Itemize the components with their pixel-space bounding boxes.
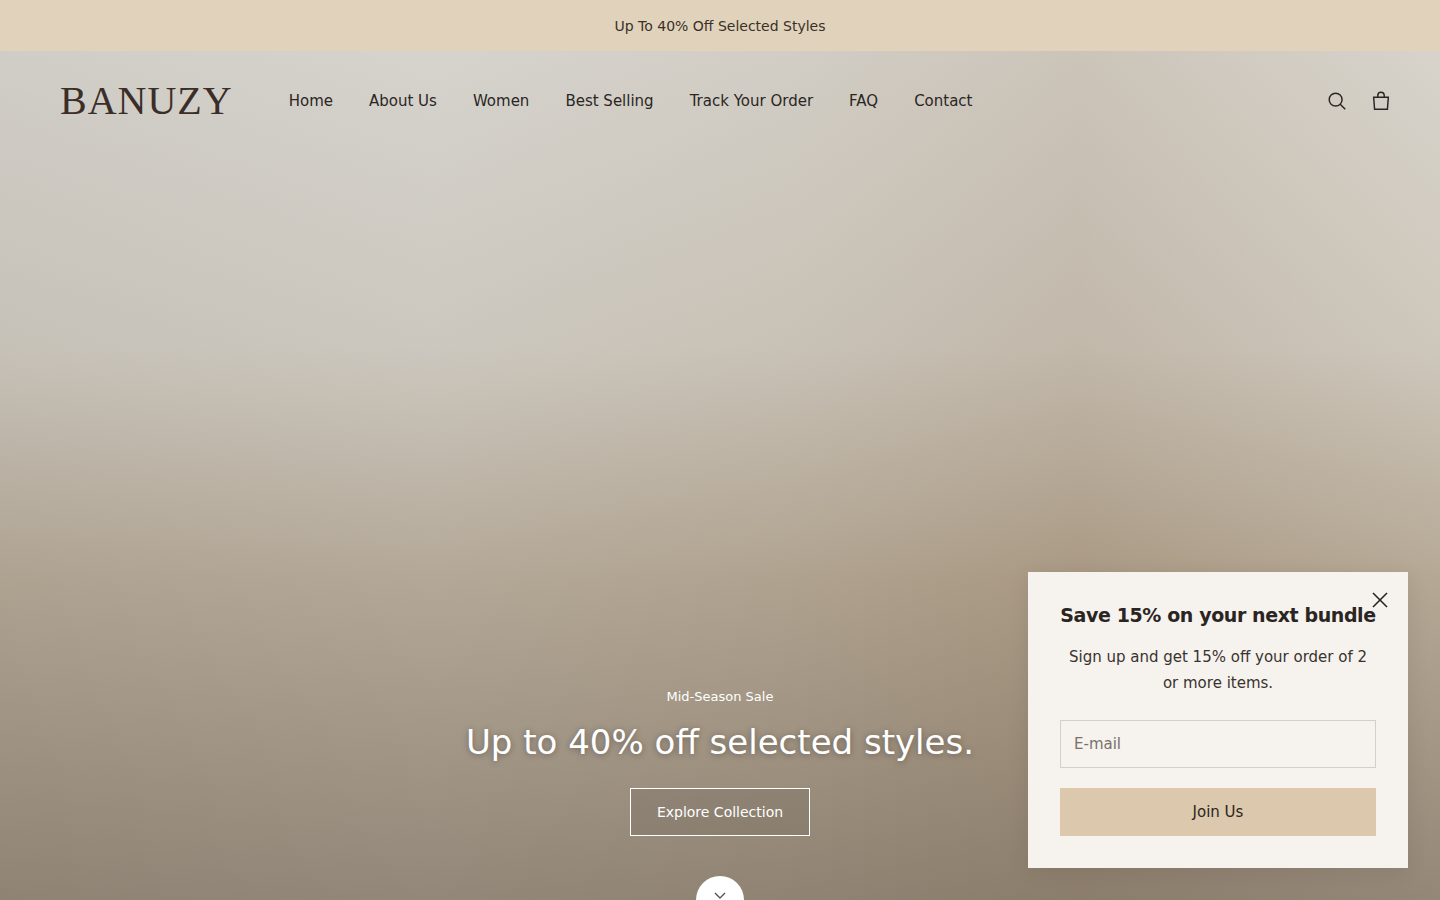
nav-item[interactable]: FAQ [849,92,878,110]
cart-icon[interactable] [1370,90,1392,112]
close-button[interactable] [1370,590,1390,610]
header: BANUZY Home About Us Women Best Selling Trac… [0,51,1440,124]
logo[interactable]: BANUZY [60,77,233,124]
chevron-down-icon [713,888,727,900]
popup-text: Sign up and get 15% off your order of 2 … [1060,644,1376,696]
hero: BANUZY Home About Us Women Best Selling Trac… [0,51,1440,900]
nav-item[interactable]: About Us [369,92,437,110]
email-input[interactable] [1060,720,1376,768]
join-button[interactable]: Join Us [1060,788,1376,836]
nav-item[interactable]: Track Your Order [690,92,813,110]
close-icon [1370,590,1390,610]
popup-title: Save 15% on your next bundle [1060,604,1375,626]
nav-item[interactable]: Contact [914,92,972,110]
hero-eyebrow: Mid-Season Sale [667,689,774,704]
announcement-text: Up To 40% Off Selected Styles [614,18,825,34]
header-icons [1326,90,1392,112]
nav-item[interactable]: Best Selling [565,92,653,110]
announcement-bar: Up To 40% Off Selected Styles [0,0,1440,51]
nav-item[interactable]: Women [473,92,529,110]
nav-item[interactable]: Home [289,92,333,110]
hero-title: Up to 40% off selected styles. [466,722,974,762]
explore-button[interactable]: Explore Collection [630,788,810,836]
newsletter-popup: Save 15% on your next bundle Sign up and… [1028,572,1408,868]
search-icon[interactable] [1326,90,1348,112]
main-nav: Home About Us Women Best Selling Track Your … [289,92,1270,110]
